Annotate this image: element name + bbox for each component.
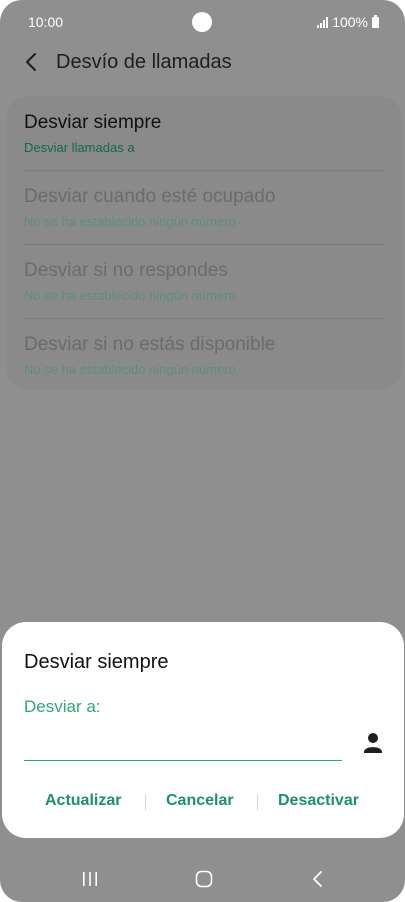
setting-forward-always[interactable]: Desviar siempre Desviar llamadas a	[24, 96, 384, 170]
setting-subtitle: No se ha establecido ningún número	[24, 362, 236, 377]
recents-icon	[83, 872, 97, 886]
action-divider	[145, 794, 146, 810]
status-time: 10:00	[28, 14, 64, 30]
nav-back-button[interactable]	[294, 856, 342, 902]
status-bar: 10:00 100%	[0, 0, 405, 44]
setting-title: Desviar siempre	[24, 112, 162, 133]
phone-screen: 10:00 100% Desvío de llamadas Desviar si…	[0, 0, 405, 902]
battery-icon	[372, 14, 379, 28]
action-divider	[257, 794, 258, 810]
deactivate-button[interactable]: Desactivar	[278, 792, 359, 810]
settings-card: Desviar siempre Desviar llamadas a Desvi…	[6, 96, 402, 390]
person-icon	[364, 733, 382, 753]
page-title: Desvío de llamadas	[56, 51, 232, 73]
cancel-button[interactable]: Cancelar	[166, 792, 234, 810]
setting-title: Desviar si no estás disponible	[24, 334, 276, 355]
camera-cutout	[192, 12, 212, 32]
dialog-actions: Actualizar Cancelar Desactivar	[2, 790, 404, 814]
battery-percentage: 100%	[332, 14, 368, 30]
setting-title: Desviar cuando esté ocupado	[24, 186, 276, 207]
app-bar: Desvío de llamadas	[0, 40, 405, 84]
field-label: Desviar a:	[24, 697, 101, 716]
back-icon	[313, 871, 322, 887]
forward-number-input[interactable]	[24, 734, 342, 761]
contact-picker-button[interactable]	[362, 730, 384, 756]
home-icon	[195, 870, 213, 888]
nav-home-button[interactable]	[180, 856, 228, 902]
update-button[interactable]: Actualizar	[45, 792, 121, 810]
navigation-bar	[0, 856, 405, 902]
chevron-left-icon	[26, 53, 36, 71]
setting-title: Desviar si no respondes	[24, 260, 228, 281]
nav-recents-button[interactable]	[66, 856, 114, 902]
setting-forward-no-answer[interactable]: Desviar si no respondes No se ha estable…	[24, 244, 384, 318]
setting-subtitle: No se ha establecido ningún número	[24, 214, 236, 229]
back-button[interactable]	[18, 48, 46, 76]
status-indicators: 100%	[317, 14, 379, 30]
setting-forward-unreachable[interactable]: Desviar si no estás disponible No se ha …	[24, 318, 384, 392]
setting-forward-busy[interactable]: Desviar cuando esté ocupado No se ha est…	[24, 170, 384, 244]
setting-subtitle: No se ha establecido ningún número	[24, 288, 236, 303]
signal-icon	[317, 16, 329, 28]
forward-always-dialog: Desviar siempre Desviar a: Actualizar Ca…	[2, 622, 404, 838]
setting-subtitle: Desviar llamadas a	[24, 140, 135, 155]
dialog-title: Desviar siempre	[24, 651, 169, 673]
